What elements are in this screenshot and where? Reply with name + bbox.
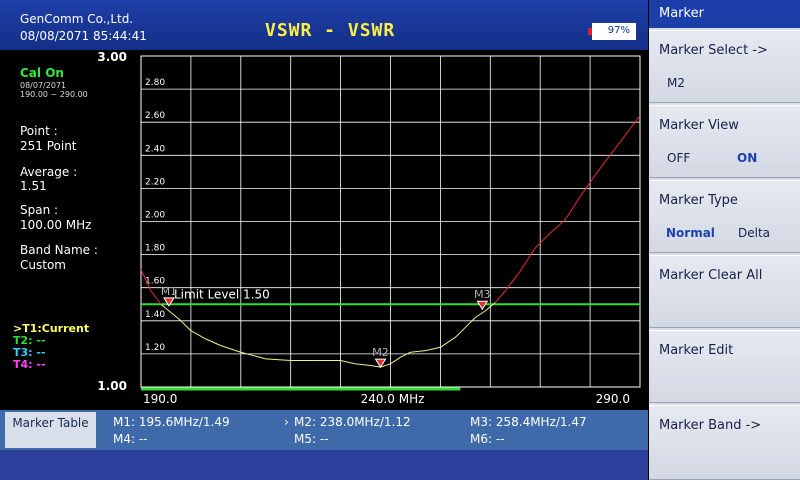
- vswr-chart[interactable]: 2.802.602.402.202.001.801.601.401.203.00…: [0, 50, 648, 410]
- y-tick-label: 2.80: [145, 78, 165, 88]
- marker-table-label[interactable]: Marker Table: [5, 412, 96, 448]
- x-tick-label: 290.0: [596, 392, 630, 406]
- measurement-title: VSWR - VSWR: [265, 20, 396, 41]
- datetime: 08/08/2071 85:44:41: [20, 29, 147, 43]
- x-tick-label: 240.0 MHz: [361, 392, 425, 406]
- marker-view-on-option[interactable]: ON: [737, 151, 757, 165]
- softkey-label: Marker Type: [659, 193, 738, 208]
- marker-band-button[interactable]: Marker Band ->: [649, 405, 800, 480]
- marker-clear-all-button[interactable]: Marker Clear All: [649, 255, 800, 328]
- marker-edit-button[interactable]: Marker Edit: [649, 330, 800, 403]
- title-bar: GenComm Co.,Ltd. 08/08/2071 85:44:41 VSW…: [0, 0, 648, 50]
- marker-type-normal-option[interactable]: Normal: [666, 226, 715, 240]
- limit-level-label: Limit Level 1.50: [174, 287, 270, 301]
- marker-cell-m2[interactable]: M2: 238.0MHz/1.12: [294, 415, 411, 429]
- y-tick-label: 2.40: [145, 144, 165, 154]
- marker-cell-m1[interactable]: M1: 195.6MHz/1.49: [113, 415, 230, 429]
- softkey-panel: Marker Marker Select -> M2 Marker View O…: [649, 0, 800, 480]
- marker-label: M1: [161, 285, 178, 298]
- battery-icon: 97%: [592, 23, 636, 40]
- y-tick-label: 1.40: [145, 310, 165, 320]
- softkey-label: Marker View: [659, 118, 739, 133]
- y-tick-label: 2.20: [145, 177, 165, 187]
- marker-cell-m6[interactable]: M6: --: [470, 432, 505, 446]
- softkey-label: Marker Select ->: [659, 43, 768, 58]
- marker-cell-m5[interactable]: M5: --: [294, 432, 329, 446]
- marker-cell-m4[interactable]: M4: --: [113, 432, 148, 446]
- company-name: GenComm Co.,Ltd.: [20, 12, 134, 26]
- marker-type-button[interactable]: Marker Type Normal Delta: [649, 180, 800, 253]
- status-bar: [0, 450, 648, 480]
- marker-cell-active-indicator: ›: [284, 415, 289, 429]
- y-tick-label: 1.20: [145, 343, 165, 353]
- y-axis-max-label: 3.00: [97, 50, 127, 64]
- softkey-label: Marker Band ->: [659, 418, 762, 433]
- marker-type-delta-option[interactable]: Delta: [738, 226, 770, 240]
- battery-percent: 97%: [607, 25, 630, 36]
- marker-table: Marker Table M1: 195.6MHz/1.49 › M2: 238…: [0, 410, 648, 450]
- marker-view-off-option[interactable]: OFF: [667, 151, 690, 165]
- softkey-label: Marker Edit: [659, 343, 734, 358]
- y-tick-label: 2.00: [145, 211, 165, 221]
- marker-select-button[interactable]: Marker Select -> M2: [649, 30, 800, 103]
- marker-label: M2: [372, 346, 389, 359]
- y-axis-min-label: 1.00: [97, 379, 127, 393]
- y-tick-label: 2.60: [145, 111, 165, 121]
- softkey-value: M2: [667, 76, 685, 90]
- softkey-label: Marker Clear All: [659, 268, 763, 283]
- marker-view-button[interactable]: Marker View OFF ON: [649, 105, 800, 178]
- y-tick-label: 1.80: [145, 244, 165, 254]
- softkey-menu-title: Marker: [649, 0, 800, 28]
- marker-label: M3: [474, 288, 491, 301]
- marker-cell-m3[interactable]: M3: 258.4MHz/1.47: [470, 415, 587, 429]
- x-tick-label: 190.0: [143, 392, 177, 406]
